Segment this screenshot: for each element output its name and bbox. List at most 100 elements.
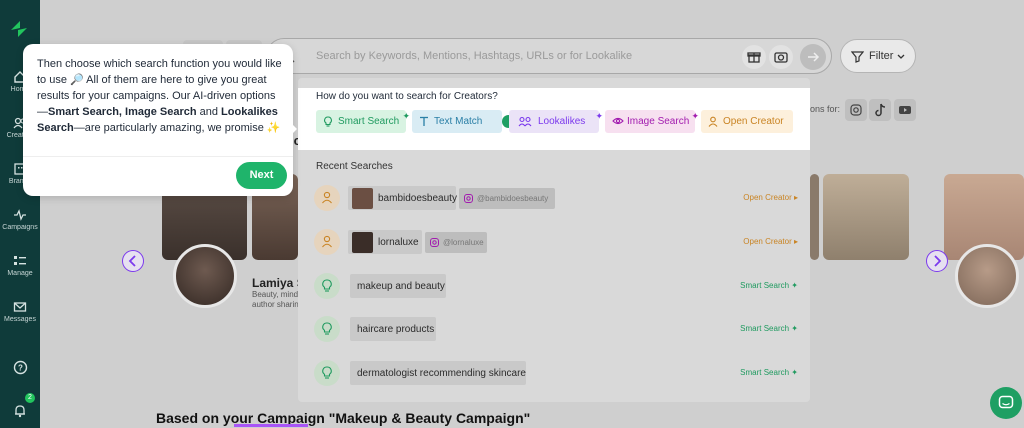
chevron-left-icon [128,255,136,267]
recent-action-smart-search[interactable]: Smart Search ✦ [740,281,798,290]
recent-search-row[interactable]: dermatologist recommending skincare Smar… [312,357,798,391]
sparkle-icon: ✦ [791,324,798,333]
recent-action-label: Smart Search [740,281,790,290]
option-open-creator-label: Open Creator [723,116,784,127]
recent-type-badge [314,185,340,211]
filter-button[interactable]: Filter [840,39,916,73]
recent-action-open-creator[interactable]: Open Creator ▸ [743,237,798,246]
option-image-search[interactable]: Image Search ✦ [605,110,699,133]
creator-thumbnail [352,232,373,253]
youtube-filter[interactable] [894,99,916,121]
recent-search-row[interactable]: haircare products Smart Search ✦ [312,313,798,347]
option-open-creator[interactable]: Open Creator [701,110,793,133]
recent-search-row[interactable]: makeup and beauty Smart Search ✦ [312,270,798,304]
chat-support-button[interactable] [990,387,1022,419]
social-filter-label: ons for: [810,104,841,114]
instagram-icon [464,194,473,203]
sparkle-icon: ✦ [791,281,798,290]
search-type-question: How do you want to search for Creators? [316,91,498,102]
arrow-right-icon [808,52,820,62]
lightbulb-icon [324,116,332,127]
creator-handle: @bambidoesbeauty [459,188,555,209]
tiktok-filter[interactable] [869,99,891,121]
recent-action-open-creator[interactable]: Open Creator ▸ [743,193,798,202]
recent-search-text: makeup and beauty [357,281,445,292]
sparkles-emoji-icon: ✨ [266,122,281,134]
instagram-icon [430,238,439,247]
help-button[interactable]: ? [0,360,40,378]
tiktok-icon [875,103,886,117]
option-text-match-label: Text Match [434,116,483,127]
sidebar-item-campaigns[interactable]: Campaigns [0,208,40,231]
recent-type-badge [314,229,340,255]
creator-handle: @lornaluxe [425,232,487,253]
caret-right-icon: ▸ [793,193,798,202]
avatar[interactable] [173,244,237,308]
avatar[interactable] [955,244,1019,308]
option-smart-search[interactable]: Smart Search ✦ [316,110,410,133]
recent-search-row[interactable]: bambidoesbeauty @bambidoesbeauty Open Cr… [312,182,798,216]
help-icon: ? [13,360,27,375]
creator-handle-text: @lornaluxe [443,238,484,247]
recent-search-row[interactable]: lornaluxe @lornaluxe Open Creator ▸ [312,226,798,260]
chevron-right-icon [934,255,942,267]
tooltip-divider [23,156,293,157]
creator-thumbnail [352,188,373,209]
filter-label: Filter [869,50,894,62]
user-icon [322,191,332,204]
caret-right-icon: ▸ [793,237,798,246]
creator-desc-line: Beauty, minds [252,290,303,299]
creator-photo[interactable] [823,174,909,260]
filter-icon [851,51,864,63]
tour-next-button[interactable]: Next [236,162,287,189]
list-icon [14,256,26,265]
users-group-icon [518,116,532,127]
user-icon [708,116,718,127]
search-submit-button[interactable] [800,44,826,70]
creator-handle-text: @bambidoesbeauty [477,194,549,203]
option-lookalikes-label: Lookalikes [538,116,586,127]
notification-badge: 2 [25,393,35,403]
lightbulb-icon [322,366,332,379]
gift-button[interactable] [742,45,766,69]
instagram-filter[interactable] [845,99,867,121]
notifications-button[interactable] [0,403,40,421]
tooltip-pointer [290,122,297,136]
option-image-search-label: Image Search [627,116,690,127]
eye-icon [612,117,624,125]
creator-desc-line: author sharin [252,300,299,309]
recent-type-badge [314,360,340,386]
option-lookalikes[interactable]: Lookalikes ✦ [509,110,603,133]
creator-photo[interactable] [810,174,819,260]
creator-description: Beauty, minds author sharin [252,290,302,310]
youtube-icon [899,106,911,114]
recent-type-badge [314,273,340,299]
mail-icon [13,302,27,312]
carousel-next-button[interactable] [926,250,948,272]
sparkle-icon: ✦ [791,368,798,377]
recent-search-text: bambidoesbeauty [378,193,457,204]
chevron-down-icon [897,54,905,59]
carousel-prev-button[interactable] [122,250,144,272]
sparkle-icon: ✦ [402,111,410,121]
tooltip-text-part: and [196,106,222,118]
sparkle-icon: ✦ [595,111,603,121]
camera-icon [774,52,788,63]
sidebar-label-messages: Messages [4,316,36,323]
chat-icon [998,395,1014,409]
app-logo-icon[interactable] [8,18,30,40]
recent-action-label: Smart Search [740,368,790,377]
sidebar-item-messages[interactable]: Messages [0,300,40,323]
recent-action-smart-search[interactable]: Smart Search ✦ [740,368,798,377]
tooltip-text-part: —are particularly amazing, we promise [73,122,267,134]
sparkle-icon: ✦ [691,111,699,121]
heading-suffix: "Makeup & Beauty Campaign" [324,410,531,426]
recent-type-badge [314,316,340,342]
sidebar-label-campaigns: Campaigns [2,224,38,231]
search-input[interactable]: Search by Keywords, Mentions, Hashtags, … [316,50,632,62]
recent-action-smart-search[interactable]: Smart Search ✦ [740,324,798,333]
text-icon [420,116,428,126]
sidebar-item-manage[interactable]: Manage [0,254,40,277]
camera-button[interactable] [769,45,793,69]
option-text-match[interactable]: Text Match [412,110,502,133]
